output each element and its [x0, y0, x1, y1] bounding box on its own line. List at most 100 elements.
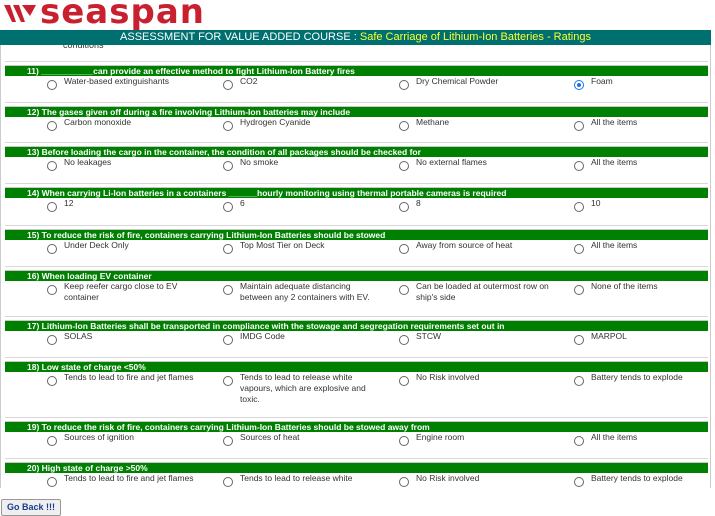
answer-option[interactable]: All the items	[574, 117, 704, 131]
answer-option[interactable]: No Risk involved	[399, 372, 559, 386]
answer-option[interactable]: All the items	[574, 157, 704, 171]
radio-button[interactable]	[223, 161, 233, 171]
radio-button[interactable]	[47, 161, 57, 171]
radio-button[interactable]	[399, 285, 409, 295]
radio-button[interactable]	[399, 335, 409, 345]
radio-button[interactable]	[574, 80, 584, 90]
answer-option[interactable]: Engine room	[399, 432, 559, 446]
answer-option[interactable]: Hydrogen Cyanide	[223, 117, 383, 131]
answer-option[interactable]: Tends to lead to release white vapours, …	[223, 372, 383, 405]
option-label: Tends to lead to fire and jet flames	[64, 372, 194, 382]
questions-panel[interactable]: conditions 11) ___________can provide an…	[0, 45, 711, 488]
answer-option[interactable]: Sources of heat	[223, 432, 383, 446]
answer-option[interactable]: All the items	[574, 240, 704, 254]
go-back-button[interactable]: Go Back !!!	[1, 499, 62, 516]
answer-option[interactable]: IMDG Code	[223, 331, 383, 345]
answer-option[interactable]: Foam	[574, 76, 704, 90]
radio-button[interactable]	[223, 376, 233, 386]
radio-button[interactable]	[47, 121, 57, 131]
answer-option[interactable]: Tends to lead to release white	[223, 473, 383, 487]
option-label: CO2	[240, 76, 258, 86]
radio-button[interactable]	[47, 80, 57, 90]
answer-option[interactable]: Under Deck Only	[47, 240, 207, 254]
radio-button[interactable]	[223, 335, 233, 345]
seaspan-wave-icon	[4, 5, 36, 22]
answer-option[interactable]: Tends to lead to fire and jet flames	[47, 473, 207, 487]
radio-button[interactable]	[399, 436, 409, 446]
answer-option[interactable]: None of the items	[574, 281, 704, 295]
answer-option[interactable]: 12	[47, 198, 207, 212]
radio-button[interactable]	[223, 285, 233, 295]
question-12: 12) The gases given off during a fire in…	[5, 106, 708, 137]
answer-option[interactable]: Maintain adequate distancing between any…	[223, 281, 383, 303]
radio-button[interactable]	[47, 436, 57, 446]
answer-option[interactable]: SOLAS	[47, 331, 207, 345]
radio-button[interactable]	[574, 436, 584, 446]
answer-option[interactable]: No leakages	[47, 157, 207, 171]
assessment-header: ASSESSMENT FOR VALUE ADDED COURSE : Safe…	[0, 30, 711, 45]
answer-option[interactable]: No external flames	[399, 157, 559, 171]
radio-button[interactable]	[574, 477, 584, 487]
answer-option[interactable]: Away from source of heat	[399, 240, 559, 254]
radio-button[interactable]	[399, 244, 409, 254]
answer-option[interactable]: Dry Chemical Powder	[399, 76, 559, 90]
option-label: IMDG Code	[240, 331, 285, 341]
answer-option[interactable]: 6	[223, 198, 383, 212]
radio-button[interactable]	[574, 202, 584, 212]
question-11: 11) ___________can provide an effective …	[5, 65, 708, 96]
question-16: 16) When loading EV container Keep reefer…	[5, 270, 708, 303]
radio-button[interactable]	[399, 477, 409, 487]
answer-option[interactable]: MARPOL	[574, 331, 704, 345]
radio-button[interactable]	[223, 477, 233, 487]
answer-options: SOLAS IMDG Code STCW MARPOL	[5, 331, 708, 351]
answer-options: Carbon monoxide Hydrogen Cyanide Methane Al…	[5, 117, 708, 137]
option-label: Under Deck Only	[64, 240, 129, 250]
answer-option[interactable]: Water-based extinguishants	[47, 76, 207, 90]
radio-button[interactable]	[47, 335, 57, 345]
question-text: 17) Lithium-Ion Batteries shall be trans…	[5, 320, 708, 331]
answer-option[interactable]: STCW	[399, 331, 559, 345]
option-label: Foam	[591, 76, 613, 86]
answer-option[interactable]: All the items	[574, 432, 704, 446]
radio-button[interactable]	[574, 161, 584, 171]
answer-option[interactable]: 10	[574, 198, 704, 212]
answer-options: Tends to lead to fire and jet flames Tend…	[5, 372, 708, 404]
answer-option[interactable]: Can be loaded at outermost row on ship's…	[399, 281, 559, 303]
answer-option[interactable]: CO2	[223, 76, 383, 90]
radio-button[interactable]	[574, 121, 584, 131]
option-label: None of the items	[591, 281, 658, 291]
radio-button[interactable]	[47, 477, 57, 487]
answer-option[interactable]: Methane	[399, 117, 559, 131]
radio-button[interactable]	[399, 376, 409, 386]
answer-option[interactable]: 8	[399, 198, 559, 212]
radio-button[interactable]	[574, 376, 584, 386]
radio-button[interactable]	[223, 244, 233, 254]
radio-button[interactable]	[399, 121, 409, 131]
answer-option[interactable]: Top Most Tier on Deck	[223, 240, 383, 254]
answer-option[interactable]: Battery tends to explode	[574, 372, 704, 386]
radio-button[interactable]	[399, 161, 409, 171]
radio-button[interactable]	[223, 121, 233, 131]
radio-button[interactable]	[574, 335, 584, 345]
answer-option[interactable]: Tends to lead to fire and jet flames	[47, 372, 207, 386]
answer-option[interactable]: No smoke	[223, 157, 383, 171]
radio-button[interactable]	[399, 202, 409, 212]
answer-option[interactable]: No Risk involved	[399, 473, 559, 487]
answer-option[interactable]: Keep reefer cargo close to EV container	[47, 281, 207, 303]
radio-button[interactable]	[223, 80, 233, 90]
answer-option[interactable]: Carbon monoxide	[47, 117, 207, 131]
radio-button[interactable]	[399, 80, 409, 90]
radio-button[interactable]	[47, 244, 57, 254]
answer-option[interactable]: Battery tends to explode	[574, 473, 704, 487]
option-label: Top Most Tier on Deck	[240, 240, 325, 250]
radio-button[interactable]	[47, 285, 57, 295]
radio-button[interactable]	[223, 436, 233, 446]
radio-button[interactable]	[574, 285, 584, 295]
radio-button[interactable]	[47, 202, 57, 212]
option-label: Tends to lead to fire and jet flames	[64, 473, 194, 483]
radio-button[interactable]	[574, 244, 584, 254]
radio-button[interactable]	[223, 202, 233, 212]
radio-button[interactable]	[47, 376, 57, 386]
answer-option[interactable]: Sources of ignition	[47, 432, 207, 446]
option-label: All the items	[591, 432, 638, 442]
